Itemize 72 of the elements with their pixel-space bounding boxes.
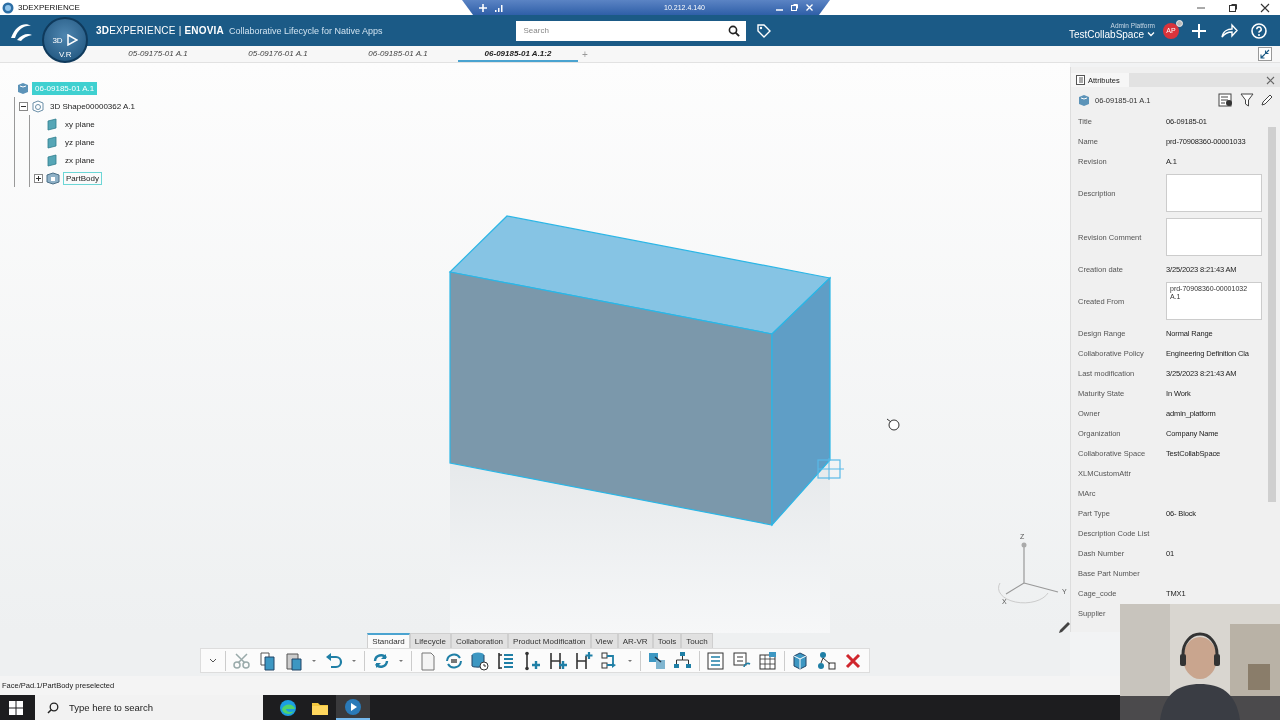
plane-icon xyxy=(46,135,59,149)
product-icon xyxy=(16,81,29,95)
toolbar-tab[interactable]: AR-VR xyxy=(617,633,653,648)
help-icon[interactable] xyxy=(1251,22,1267,39)
product-icon xyxy=(1077,93,1090,107)
share-icon[interactable] xyxy=(1220,22,1238,39)
compass-label: V.R xyxy=(59,50,72,59)
gizmo-icon[interactable] xyxy=(817,457,845,481)
toolbar-tab[interactable]: Standard xyxy=(367,633,410,648)
search-icon[interactable] xyxy=(727,24,740,37)
browser-icon[interactable] xyxy=(279,698,297,717)
panel-icon xyxy=(1076,75,1085,85)
pin-icon[interactable] xyxy=(478,2,488,13)
search-icon[interactable] xyxy=(47,701,59,714)
undo-icon[interactable] xyxy=(324,650,344,671)
tag-icon[interactable] xyxy=(755,22,772,39)
add-branch-icon[interactable] xyxy=(548,650,568,671)
tree-item[interactable]: PartBody xyxy=(63,171,102,185)
tree-item[interactable]: yz plane xyxy=(62,135,98,149)
list-icon[interactable] xyxy=(706,650,726,671)
signal-icon xyxy=(494,2,504,13)
tree-item[interactable]: xy plane xyxy=(62,117,98,131)
table-refresh-icon[interactable] xyxy=(1218,93,1234,107)
add-branch-icon[interactable] xyxy=(574,650,594,671)
restore-icon[interactable] xyxy=(790,3,799,12)
document-tab[interactable]: 05-09175-01 A.1 xyxy=(98,46,218,62)
toolbar-tab[interactable]: Lifecycle xyxy=(409,633,451,648)
toolbar-tab[interactable]: Product Modification xyxy=(508,633,591,648)
add-line-icon[interactable] xyxy=(522,650,542,671)
scroll-thumb[interactable] xyxy=(1268,127,1276,502)
compass-label: 3D xyxy=(52,35,63,45)
add-icon[interactable] xyxy=(1191,22,1207,39)
collab-space-selector[interactable]: TestCollabSpace xyxy=(1068,28,1144,40)
close-icon[interactable] xyxy=(1260,2,1270,13)
toolbar-tab[interactable]: Touch xyxy=(681,633,713,648)
shape-icon xyxy=(31,99,44,113)
copy-icon[interactable] xyxy=(258,650,278,671)
app-icon xyxy=(2,1,14,14)
presence-badge xyxy=(1176,19,1183,27)
table-icon[interactable] xyxy=(758,650,778,671)
hierarchy-icon[interactable] xyxy=(673,650,693,671)
app-icon[interactable] xyxy=(344,697,362,716)
chevron-down-icon[interactable] xyxy=(1147,31,1155,37)
cursor-icon xyxy=(886,418,900,431)
filter-icon[interactable] xyxy=(1240,93,1254,107)
list-tree-icon[interactable] xyxy=(496,650,516,671)
tree-item[interactable]: zx plane xyxy=(62,153,98,167)
window-title: 3DEXPERIENCE xyxy=(18,3,80,12)
body-icon xyxy=(46,171,60,185)
plane-icon xyxy=(46,153,59,167)
document-tab[interactable]: 06-09185-01 A.1 xyxy=(338,46,458,62)
tree-item[interactable]: 3D Shape00000362 A.1 xyxy=(47,99,138,113)
play-icon[interactable] xyxy=(65,34,78,46)
block-drawing[interactable] xyxy=(448,215,832,527)
app-brand: 3DEXPERIENCE | ENOVIA xyxy=(96,25,224,36)
document-tab[interactable]: 05-09176-01 A.1 xyxy=(218,46,338,62)
replace-icon[interactable] xyxy=(647,650,667,671)
plane-icon xyxy=(46,117,59,131)
collapse-icon[interactable] xyxy=(1258,47,1272,61)
network-icon[interactable] xyxy=(817,650,837,671)
pencil-icon[interactable] xyxy=(1260,93,1274,107)
restore-icon[interactable] xyxy=(1228,2,1238,13)
toolbar-tab[interactable]: View xyxy=(590,633,618,648)
toolbar-tab[interactable]: Collaboration xyxy=(450,633,509,648)
app-name: Collaborative Lifecycle for Native Apps xyxy=(228,25,383,36)
toolbar-tab[interactable]: Tools xyxy=(652,633,682,648)
expand-icon[interactable] xyxy=(34,173,43,183)
paste-icon[interactable] xyxy=(284,650,304,671)
sync-icon[interactable] xyxy=(444,650,464,671)
database-clock-icon[interactable] xyxy=(470,650,490,671)
collapse-icon[interactable] xyxy=(19,101,28,111)
windows-start-icon[interactable] xyxy=(9,700,23,715)
